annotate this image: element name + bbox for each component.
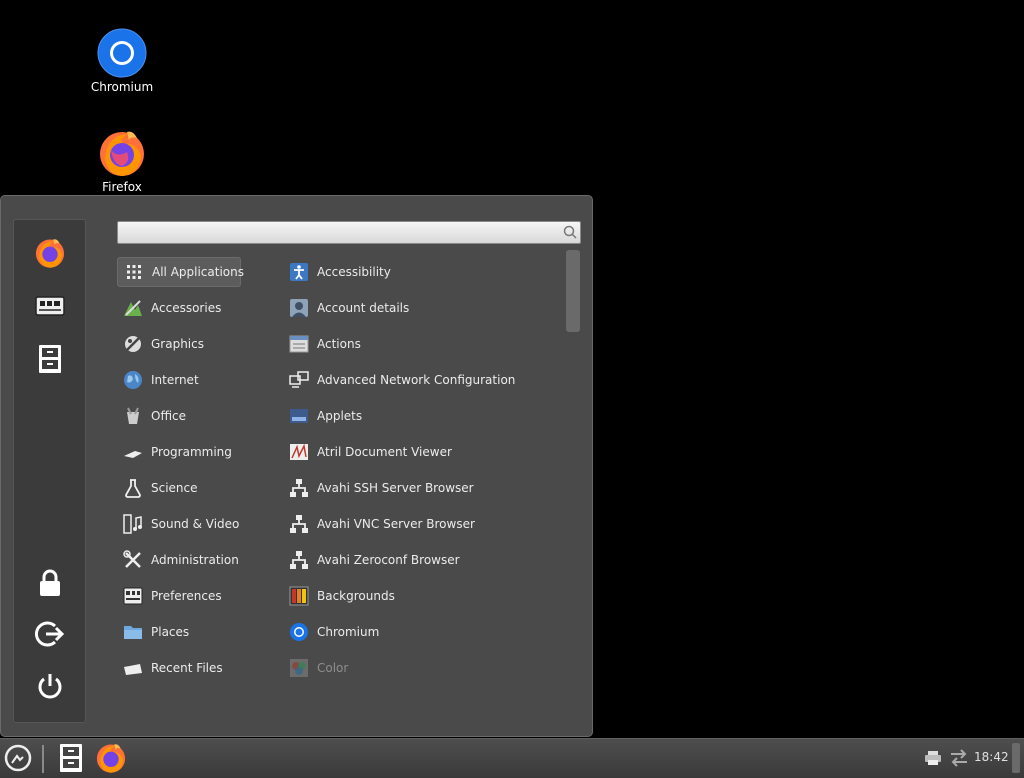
desktop-icon-firefox[interactable]: Firefox (77, 128, 167, 194)
taskbar-firefox[interactable] (94, 743, 128, 775)
backgrounds-icon (289, 586, 309, 606)
desktop-icon-chromium[interactable]: Chromium (77, 28, 167, 94)
folder-icon (123, 622, 143, 642)
firefox-icon (34, 237, 66, 272)
firefox-icon (97, 128, 147, 178)
network-tree-icon (289, 514, 309, 534)
power-icon (35, 671, 65, 704)
color-icon (289, 658, 309, 678)
application-menu: All Applications Accessories Graphics In… (0, 195, 593, 737)
category-programming[interactable]: Programming (117, 437, 241, 467)
recent-files-icon (123, 658, 143, 678)
app-color[interactable]: Color (286, 653, 558, 683)
clock[interactable]: 18:42 (974, 750, 1009, 764)
favorite-settings[interactable] (32, 289, 68, 325)
app-avahi-zeroconf-browser[interactable]: Avahi Zeroconf Browser (286, 545, 558, 575)
programming-icon (123, 442, 143, 462)
shutdown-button[interactable] (32, 669, 68, 705)
favorite-firefox[interactable] (32, 236, 68, 272)
favorites-sidebar (13, 219, 86, 723)
category-accessories[interactable]: Accessories (117, 293, 241, 323)
category-graphics[interactable]: Graphics (117, 329, 241, 359)
app-advanced-network-configuration[interactable]: Advanced Network Configuration (286, 365, 558, 395)
menu-button[interactable] (3, 743, 33, 775)
app-account-details[interactable]: Account details (286, 293, 558, 323)
favorite-files[interactable] (32, 342, 68, 378)
network-tree-icon (289, 550, 309, 570)
office-icon (123, 406, 143, 426)
category-administration[interactable]: Administration (117, 545, 241, 575)
grid-icon (124, 262, 144, 282)
scrollbar-thumb[interactable] (566, 250, 580, 332)
category-all-applications[interactable]: All Applications (117, 257, 244, 287)
search-input[interactable] (117, 221, 581, 244)
accessories-icon (123, 298, 143, 318)
menu-logo-icon (4, 744, 32, 775)
app-actions[interactable]: Actions (286, 329, 558, 359)
file-cabinet-icon (58, 743, 84, 776)
globe-icon (123, 370, 143, 390)
network-icon (289, 370, 309, 390)
printer-applet[interactable] (922, 743, 944, 775)
chromium-icon (97, 28, 147, 78)
desktop-icon-label: Firefox (102, 180, 142, 194)
category-sound-video[interactable]: Sound & Video (117, 509, 241, 539)
app-atril-document-viewer[interactable]: Atril Document Viewer (286, 437, 558, 467)
file-cabinet-icon (37, 344, 63, 377)
logout-button[interactable] (32, 617, 68, 653)
search-icon (563, 225, 577, 239)
network-transfer-icon (949, 748, 969, 770)
lock-icon (37, 568, 63, 601)
tools-icon (123, 550, 143, 570)
network-tree-icon (289, 478, 309, 498)
category-internet[interactable]: Internet (117, 365, 241, 395)
taskbar: 18:42 (0, 738, 1024, 778)
app-applets[interactable]: Applets (286, 401, 558, 431)
film-music-icon (123, 514, 143, 534)
firefox-icon (95, 742, 127, 777)
show-desktop-button[interactable] (1012, 743, 1020, 773)
user-icon (289, 298, 309, 318)
category-places[interactable]: Places (117, 617, 241, 647)
network-applet[interactable] (948, 743, 970, 775)
applets-icon (289, 406, 309, 426)
category-recent-files[interactable]: Recent Files (117, 653, 241, 683)
preferences-icon (123, 586, 143, 606)
flask-icon (123, 478, 143, 498)
category-preferences[interactable]: Preferences (117, 581, 241, 611)
accessibility-icon (289, 262, 309, 282)
logout-icon (35, 619, 65, 652)
lock-screen-button[interactable] (32, 566, 68, 602)
taskbar-separator (42, 745, 44, 773)
settings-panel-icon (35, 294, 65, 321)
app-avahi-ssh-server-browser[interactable]: Avahi SSH Server Browser (286, 473, 558, 503)
actions-icon (289, 334, 309, 354)
app-chromium[interactable]: Chromium (286, 617, 558, 647)
app-backgrounds[interactable]: Backgrounds (286, 581, 558, 611)
graphics-icon (123, 334, 143, 354)
category-science[interactable]: Science (117, 473, 241, 503)
desktop-icon-label: Chromium (90, 80, 154, 94)
printer-icon (924, 750, 942, 769)
app-accessibility[interactable]: Accessibility (286, 257, 558, 287)
category-office[interactable]: Office (117, 401, 241, 431)
app-avahi-vnc-server-browser[interactable]: Avahi VNC Server Browser (286, 509, 558, 539)
document-viewer-icon (289, 442, 309, 462)
chromium-icon (289, 622, 309, 642)
taskbar-file-manager[interactable] (55, 743, 87, 775)
